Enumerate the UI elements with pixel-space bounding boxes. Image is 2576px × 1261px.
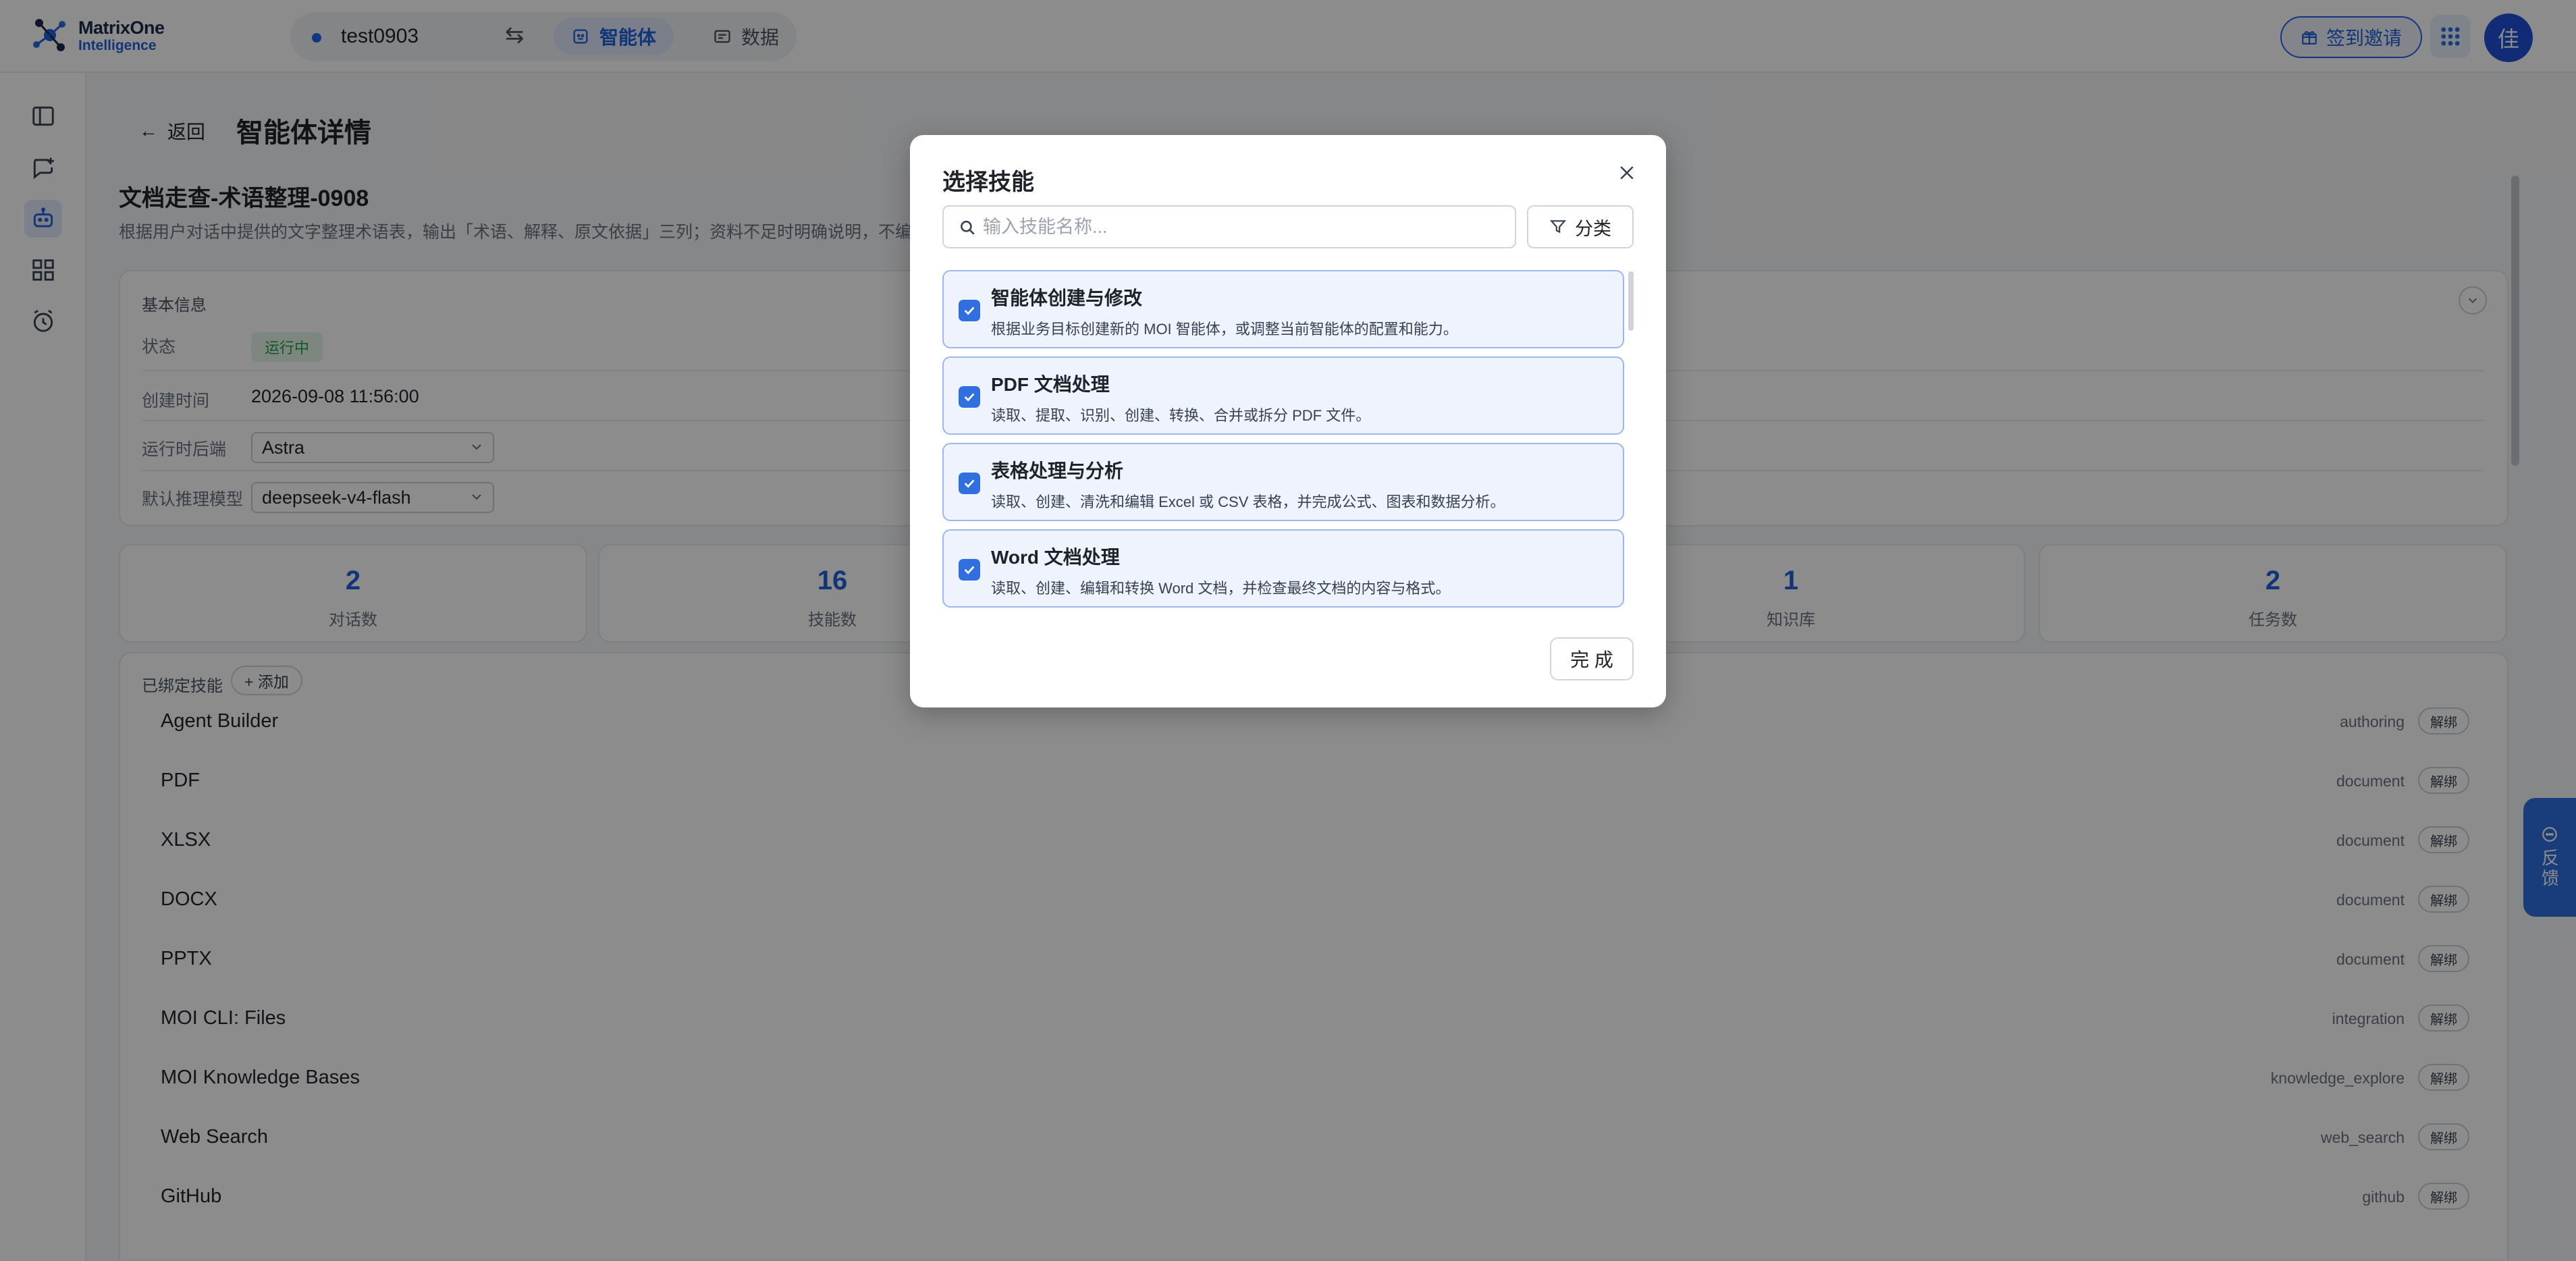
list-scrollbar[interactable] (1628, 271, 1634, 331)
select-skill-dialog: 选择技能 分类 智能体创建与修改 根据业务目标创建新的 MOI 智能体，或调整当… (910, 135, 1666, 707)
skill-option[interactable]: PDF 文档处理 读取、提取、识别、创建、转换、合并或拆分 PDF 文件。 (942, 356, 1624, 435)
skill-search-input[interactable] (983, 212, 1503, 242)
skill-search-field (942, 205, 1516, 248)
check-icon (964, 566, 975, 574)
check-icon (964, 306, 975, 315)
skill-option-desc: 读取、提取、识别、创建、转换、合并或拆分 PDF 文件。 (991, 407, 1371, 424)
skill-option[interactable]: 智能体创建与修改 根据业务目标创建新的 MOI 智能体，或调整当前智能体的配置和… (942, 270, 1624, 348)
skill-option-title: PDF 文档处理 (991, 374, 1110, 395)
check-icon (964, 393, 975, 402)
skill-option[interactable]: Word 文档处理 读取、创建、编辑和转换 Word 文档，并检查最终文档的内容… (942, 529, 1624, 608)
filter-icon (1549, 220, 1567, 234)
skill-option[interactable]: 表格处理与分析 读取、创建、清洗和编辑 Excel 或 CSV 表格，并完成公式… (942, 443, 1624, 521)
skill-option-title: 表格处理与分析 (991, 460, 1124, 481)
category-filter-button[interactable]: 分类 (1527, 205, 1634, 248)
skill-option-desc: 读取、创建、编辑和转换 Word 文档，并检查最终文档的内容与格式。 (991, 580, 1451, 597)
search-icon (961, 221, 975, 235)
checkbox-checked[interactable] (959, 300, 980, 321)
dialog-title: 选择技能 (942, 169, 1034, 195)
checkbox-checked[interactable] (959, 386, 980, 408)
close-button[interactable] (1613, 159, 1640, 186)
skill-option-desc: 根据业务目标创建新的 MOI 智能体，或调整当前智能体的配置和能力。 (991, 321, 1458, 338)
done-button[interactable]: 完 成 (1550, 637, 1634, 680)
skill-option-title: 智能体创建与修改 (991, 288, 1143, 308)
category-label: 分类 (1575, 218, 1611, 239)
checkbox-checked[interactable] (959, 473, 980, 494)
check-icon (964, 479, 975, 488)
skill-option-desc: 读取、创建、清洗和编辑 Excel 或 CSV 表格，并完成公式、图表和数据分析… (991, 493, 1505, 510)
skill-option-list: 智能体创建与修改 根据业务目标创建新的 MOI 智能体，或调整当前智能体的配置和… (942, 270, 1638, 616)
skill-option-title: Word 文档处理 (991, 547, 1120, 568)
checkbox-checked[interactable] (959, 559, 980, 581)
close-icon (1620, 166, 1634, 180)
